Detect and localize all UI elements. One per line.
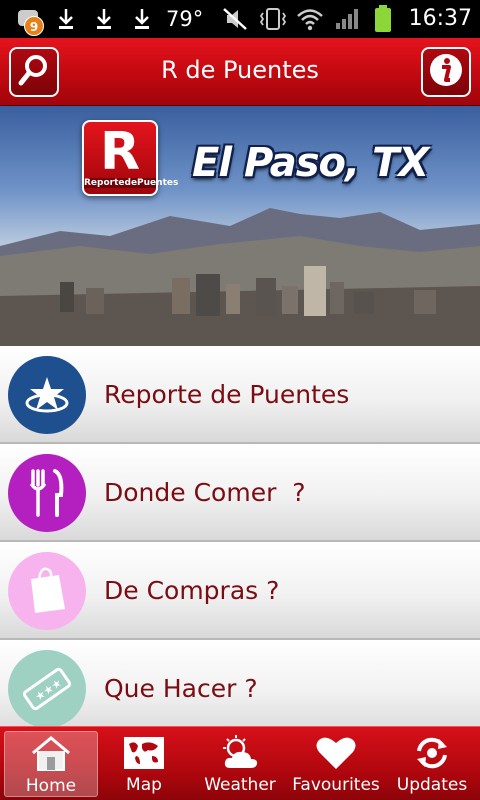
menu-item-de-compras[interactable]: De Compras ? [0, 542, 480, 640]
tab-map[interactable]: Map [97, 731, 191, 797]
page-title: R de Puentes [161, 56, 319, 84]
logo-letter: R [99, 122, 141, 182]
home-icon [28, 734, 74, 774]
ticket-icon: ★★★ [8, 650, 86, 726]
logo-caption: ReportedePuentes [84, 178, 179, 188]
fork-knife-icon [8, 454, 86, 532]
menu-item-donde-comer[interactable]: Donde Comer ? [0, 444, 480, 542]
battery-icon [372, 5, 394, 32]
tab-weather[interactable]: Weather [193, 731, 287, 797]
app-header: R de Puentes [0, 38, 480, 106]
tab-label: Map [126, 775, 162, 795]
map-icon [121, 733, 167, 773]
tab-label: Weather [204, 775, 276, 795]
star-icon [8, 356, 86, 434]
vibrate-icon [258, 7, 288, 31]
main-menu: Reporte de Puentes Donde Comer ? De Comp… [0, 346, 480, 726]
temperature-readout: 79° [166, 7, 204, 31]
tab-label: Home [25, 776, 77, 796]
tab-updates[interactable]: Updates [385, 731, 479, 797]
bottom-tab-bar: Home Map Weather Favourites Updates [0, 726, 480, 800]
menu-item-reporte-de-puentes[interactable]: Reporte de Puentes [0, 346, 480, 444]
tab-home[interactable]: Home [4, 731, 98, 797]
city-title: El Paso, TX [192, 140, 429, 186]
notification-count-badge: 9 [24, 16, 44, 36]
menu-item-label: Que Hacer ? [104, 674, 258, 703]
wifi-icon [296, 7, 324, 31]
tab-label: Updates [396, 775, 468, 795]
tab-label: Favourites [292, 775, 380, 795]
menu-item-que-hacer[interactable]: ★★★ Que Hacer ? [0, 640, 480, 726]
info-icon [428, 52, 464, 92]
menu-item-label: Donde Comer ? [104, 478, 306, 507]
menu-item-label: De Compras ? [104, 576, 280, 605]
app-logo: R ReportedePuentes [82, 120, 179, 196]
download-icon [130, 7, 154, 31]
shopping-bag-icon [8, 552, 86, 630]
signal-icon [334, 7, 362, 31]
weather-icon [217, 733, 263, 773]
download-icon [54, 7, 78, 31]
clock-time: 16:37 [408, 6, 472, 31]
heart-icon [313, 733, 359, 773]
city-banner: R ReportedePuentes El Paso, TX [0, 106, 480, 346]
menu-item-label: Reporte de Puentes [104, 380, 350, 409]
tab-favourites[interactable]: Favourites [289, 731, 383, 797]
status-bar: 9 79° 16:37 [0, 0, 480, 38]
refresh-icon [409, 733, 455, 773]
download-icon [92, 7, 116, 31]
info-button[interactable] [421, 47, 471, 97]
mute-icon [222, 7, 248, 31]
